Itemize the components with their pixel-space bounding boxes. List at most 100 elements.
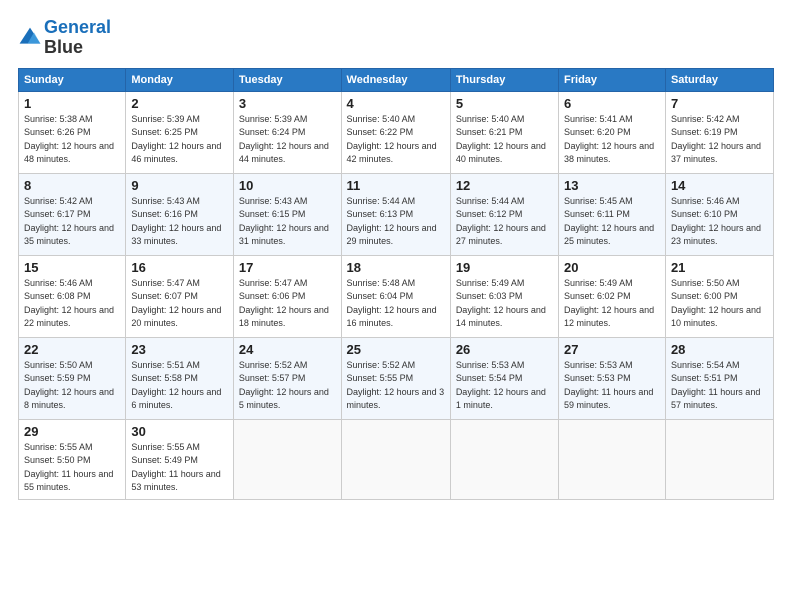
calendar-cell: 3 Sunrise: 5:39 AMSunset: 6:24 PMDaylight…	[233, 91, 341, 173]
day-info: Sunrise: 5:44 AMSunset: 6:12 PMDaylight:…	[456, 195, 553, 249]
day-info: Sunrise: 5:42 AMSunset: 6:19 PMDaylight:…	[671, 113, 768, 167]
calendar-cell: 22 Sunrise: 5:50 AMSunset: 5:59 PMDayligh…	[19, 337, 126, 419]
calendar-cell: 19 Sunrise: 5:49 AMSunset: 6:03 PMDayligh…	[450, 255, 558, 337]
calendar-cell: 30Sunrise: 5:55 AMSunset: 5:49 PMDayligh…	[126, 419, 234, 499]
calendar-cell	[559, 419, 666, 499]
calendar-cell: 9Sunrise: 5:43 AMSunset: 6:16 PMDaylight…	[126, 173, 234, 255]
calendar-cell: 16Sunrise: 5:47 AMSunset: 6:07 PMDayligh…	[126, 255, 234, 337]
day-info: Sunrise: 5:43 AMSunset: 6:16 PMDaylight:…	[131, 195, 228, 249]
day-info: Sunrise: 5:47 AMSunset: 6:07 PMDaylight:…	[131, 277, 228, 331]
calendar-week-row: 29 Sunrise: 5:55 AMSunset: 5:50 PMDayligh…	[19, 419, 774, 499]
logo-icon	[18, 26, 42, 50]
day-info: Sunrise: 5:46 AMSunset: 6:08 PMDaylight:…	[24, 277, 120, 331]
weekday-thursday: Thursday	[450, 68, 558, 91]
day-number: 3	[239, 96, 336, 111]
page-header: GeneralBlue	[18, 18, 774, 58]
calendar-cell	[233, 419, 341, 499]
day-number: 8	[24, 178, 120, 193]
day-info: Sunrise: 5:40 AMSunset: 6:22 PMDaylight:…	[347, 113, 445, 167]
day-number: 5	[456, 96, 553, 111]
day-number: 26	[456, 342, 553, 357]
calendar-body: 1Sunrise: 5:38 AMSunset: 6:26 PMDaylight…	[19, 91, 774, 499]
calendar-cell: 17Sunrise: 5:47 AMSunset: 6:06 PMDayligh…	[233, 255, 341, 337]
day-info: Sunrise: 5:42 AMSunset: 6:17 PMDaylight:…	[24, 195, 120, 249]
day-info: Sunrise: 5:43 AMSunset: 6:15 PMDaylight:…	[239, 195, 336, 249]
calendar-cell: 20 Sunrise: 5:49 AMSunset: 6:02 PMDayligh…	[559, 255, 666, 337]
day-info: Sunrise: 5:50 AMSunset: 6:00 PMDaylight:…	[671, 277, 768, 331]
calendar-cell: 7Sunrise: 5:42 AMSunset: 6:19 PMDaylight…	[665, 91, 773, 173]
weekday-tuesday: Tuesday	[233, 68, 341, 91]
calendar-cell: 24Sunrise: 5:52 AMSunset: 5:57 PMDayligh…	[233, 337, 341, 419]
weekday-saturday: Saturday	[665, 68, 773, 91]
calendar-cell: 2 Sunrise: 5:39 AMSunset: 6:25 PMDaylight…	[126, 91, 234, 173]
calendar-cell: 8 Sunrise: 5:42 AMSunset: 6:17 PMDaylight…	[19, 173, 126, 255]
day-number: 10	[239, 178, 336, 193]
day-info: Sunrise: 5:47 AMSunset: 6:06 PMDaylight:…	[239, 277, 336, 331]
calendar-cell: 29 Sunrise: 5:55 AMSunset: 5:50 PMDayligh…	[19, 419, 126, 499]
day-number: 27	[564, 342, 660, 357]
weekday-friday: Friday	[559, 68, 666, 91]
day-number: 14	[671, 178, 768, 193]
day-number: 20	[564, 260, 660, 275]
calendar-cell: 14Sunrise: 5:46 AMSunset: 6:10 PMDayligh…	[665, 173, 773, 255]
calendar-cell: 26 Sunrise: 5:53 AMSunset: 5:54 PMDayligh…	[450, 337, 558, 419]
calendar-cell: 4 Sunrise: 5:40 AMSunset: 6:22 PMDaylight…	[341, 91, 450, 173]
calendar-cell: 10 Sunrise: 5:43 AMSunset: 6:15 PMDayligh…	[233, 173, 341, 255]
day-number: 4	[347, 96, 445, 111]
day-info: Sunrise: 5:44 AMSunset: 6:13 PMDaylight:…	[347, 195, 445, 249]
day-number: 23	[131, 342, 228, 357]
day-number: 13	[564, 178, 660, 193]
calendar-cell: 6 Sunrise: 5:41 AMSunset: 6:20 PMDaylight…	[559, 91, 666, 173]
day-info: Sunrise: 5:50 AMSunset: 5:59 PMDaylight:…	[24, 359, 120, 413]
weekday-monday: Monday	[126, 68, 234, 91]
day-info: Sunrise: 5:40 AMSunset: 6:21 PMDaylight:…	[456, 113, 553, 167]
day-info: Sunrise: 5:53 AMSunset: 5:54 PMDaylight:…	[456, 359, 553, 413]
day-info: Sunrise: 5:45 AMSunset: 6:11 PMDaylight:…	[564, 195, 660, 249]
weekday-header-row: SundayMondayTuesdayWednesdayThursdayFrid…	[19, 68, 774, 91]
logo: GeneralBlue	[18, 18, 111, 58]
day-number: 22	[24, 342, 120, 357]
day-number: 29	[24, 424, 120, 439]
day-info: Sunrise: 5:52 AMSunset: 5:55 PMDaylight:…	[347, 359, 445, 413]
day-number: 18	[347, 260, 445, 275]
day-number: 19	[456, 260, 553, 275]
day-info: Sunrise: 5:48 AMSunset: 6:04 PMDaylight:…	[347, 277, 445, 331]
day-number: 21	[671, 260, 768, 275]
weekday-sunday: Sunday	[19, 68, 126, 91]
day-info: Sunrise: 5:49 AMSunset: 6:02 PMDaylight:…	[564, 277, 660, 331]
calendar-week-row: 8 Sunrise: 5:42 AMSunset: 6:17 PMDaylight…	[19, 173, 774, 255]
day-info: Sunrise: 5:55 AMSunset: 5:50 PMDaylight:…	[24, 441, 120, 495]
calendar-week-row: 22 Sunrise: 5:50 AMSunset: 5:59 PMDayligh…	[19, 337, 774, 419]
calendar-week-row: 1Sunrise: 5:38 AMSunset: 6:26 PMDaylight…	[19, 91, 774, 173]
day-number: 12	[456, 178, 553, 193]
logo-text: GeneralBlue	[44, 18, 111, 58]
calendar-cell: 13 Sunrise: 5:45 AMSunset: 6:11 PMDayligh…	[559, 173, 666, 255]
day-info: Sunrise: 5:49 AMSunset: 6:03 PMDaylight:…	[456, 277, 553, 331]
day-info: Sunrise: 5:54 AMSunset: 5:51 PMDaylight:…	[671, 359, 768, 413]
day-info: Sunrise: 5:51 AMSunset: 5:58 PMDaylight:…	[131, 359, 228, 413]
day-info: Sunrise: 5:52 AMSunset: 5:57 PMDaylight:…	[239, 359, 336, 413]
calendar-cell: 5 Sunrise: 5:40 AMSunset: 6:21 PMDaylight…	[450, 91, 558, 173]
calendar-cell	[665, 419, 773, 499]
day-info: Sunrise: 5:39 AMSunset: 6:24 PMDaylight:…	[239, 113, 336, 167]
calendar-cell	[341, 419, 450, 499]
day-info: Sunrise: 5:41 AMSunset: 6:20 PMDaylight:…	[564, 113, 660, 167]
day-number: 6	[564, 96, 660, 111]
day-info: Sunrise: 5:39 AMSunset: 6:25 PMDaylight:…	[131, 113, 228, 167]
calendar-table: SundayMondayTuesdayWednesdayThursdayFrid…	[18, 68, 774, 500]
calendar-cell: 12 Sunrise: 5:44 AMSunset: 6:12 PMDayligh…	[450, 173, 558, 255]
calendar-cell: 15 Sunrise: 5:46 AMSunset: 6:08 PMDayligh…	[19, 255, 126, 337]
weekday-wednesday: Wednesday	[341, 68, 450, 91]
day-number: 25	[347, 342, 445, 357]
calendar-cell: 18 Sunrise: 5:48 AMSunset: 6:04 PMDayligh…	[341, 255, 450, 337]
day-number: 11	[347, 178, 445, 193]
day-number: 2	[131, 96, 228, 111]
calendar-cell	[450, 419, 558, 499]
day-info: Sunrise: 5:38 AMSunset: 6:26 PMDaylight:…	[24, 113, 120, 167]
calendar-cell: 25 Sunrise: 5:52 AMSunset: 5:55 PMDayligh…	[341, 337, 450, 419]
day-number: 15	[24, 260, 120, 275]
calendar-cell: 11 Sunrise: 5:44 AMSunset: 6:13 PMDayligh…	[341, 173, 450, 255]
calendar-cell: 28Sunrise: 5:54 AMSunset: 5:51 PMDayligh…	[665, 337, 773, 419]
calendar-cell: 27Sunrise: 5:53 AMSunset: 5:53 PMDayligh…	[559, 337, 666, 419]
calendar-week-row: 15 Sunrise: 5:46 AMSunset: 6:08 PMDayligh…	[19, 255, 774, 337]
